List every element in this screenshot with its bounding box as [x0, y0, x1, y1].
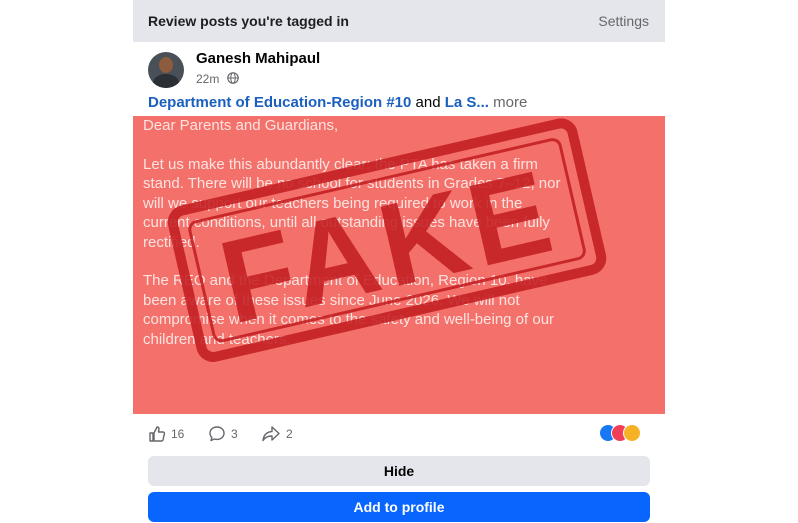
- like-count: 16: [171, 427, 185, 441]
- add-to-profile-button[interactable]: Add to profile: [148, 492, 650, 522]
- post-time[interactable]: 22m: [196, 72, 219, 86]
- see-more-link[interactable]: more: [489, 94, 527, 111]
- share-icon: [262, 426, 280, 442]
- review-title: Review posts you're tagged in: [148, 13, 349, 29]
- tag-link-la-s[interactable]: La S...: [445, 94, 489, 111]
- reaction-summary[interactable]: [599, 424, 649, 442]
- globe-icon: [227, 72, 239, 84]
- tagged-post-review-card: Review posts you're tagged in Settings G…: [133, 0, 665, 523]
- post-text: Department of Education-Region #10 and L…: [148, 94, 527, 111]
- comment-icon: [209, 426, 225, 442]
- like-action[interactable]: 16: [148, 424, 184, 444]
- review-header: Review posts you're tagged in Settings: [133, 0, 665, 42]
- comment-count: 3: [231, 427, 238, 441]
- care-reaction-icon: [623, 424, 641, 442]
- share-action[interactable]: 2: [261, 424, 293, 444]
- avatar[interactable]: [148, 52, 184, 88]
- post-actions: 16 3 2: [133, 418, 665, 448]
- post-image[interactable]: Dear Parents and Guardians, Let us make …: [133, 116, 665, 414]
- thumbs-up-icon: [149, 426, 166, 442]
- fake-stamp: FAKE: [167, 118, 607, 362]
- tag-link-department[interactable]: Department of Education-Region #10: [148, 94, 411, 111]
- hide-button[interactable]: Hide: [148, 456, 650, 486]
- share-count: 2: [286, 427, 293, 441]
- post-text-and: and: [411, 94, 445, 111]
- settings-link[interactable]: Settings: [598, 13, 649, 29]
- post-author[interactable]: Ganesh Mahipaul: [196, 50, 320, 67]
- comment-action[interactable]: 3: [208, 424, 238, 444]
